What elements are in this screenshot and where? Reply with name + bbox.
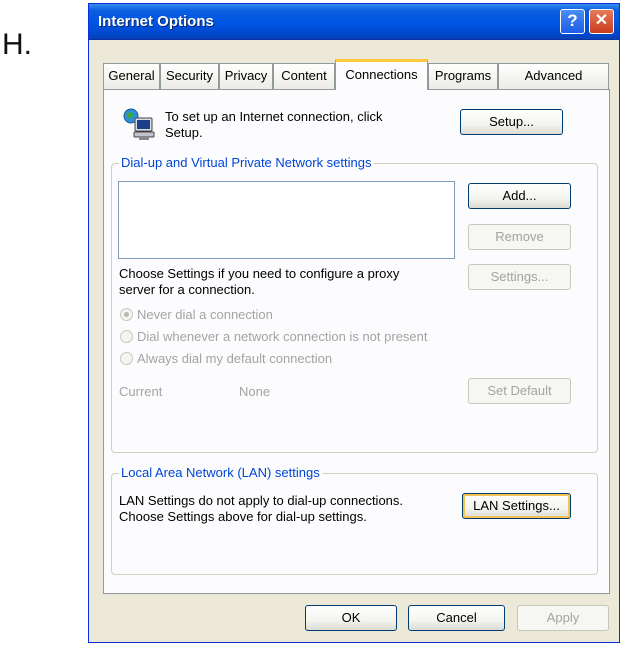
apply-button[interactable]: Apply bbox=[517, 605, 609, 631]
setup-text-line1: To set up an Internet connection, click bbox=[165, 109, 383, 124]
lan-text-line2: Choose Settings above for dial-up settin… bbox=[119, 509, 367, 524]
dialup-vpn-group: Dial-up and Virtual Private Network sett… bbox=[111, 155, 598, 453]
setup-button[interactable]: Setup... bbox=[460, 109, 563, 135]
lan-settings-button[interactable]: LAN Settings... bbox=[462, 493, 571, 519]
tab-programs[interactable]: Programs bbox=[428, 63, 498, 89]
proxy-text-line2: server for a connection. bbox=[119, 282, 255, 297]
internet-options-dialog: Internet Options ? ✕ General Security Pr… bbox=[88, 3, 620, 643]
set-default-button[interactable]: Set Default bbox=[468, 378, 571, 404]
radio-never-dial-circle[interactable] bbox=[120, 308, 133, 321]
close-icon[interactable]: ✕ bbox=[589, 9, 614, 34]
dialup-group-title: Dial-up and Virtual Private Network sett… bbox=[119, 155, 374, 170]
tab-privacy[interactable]: Privacy bbox=[219, 63, 273, 89]
settings-button[interactable]: Settings... bbox=[468, 264, 571, 290]
connections-listbox[interactable] bbox=[118, 181, 455, 259]
proxy-text-line1: Choose Settings if you need to configure… bbox=[119, 266, 400, 281]
add-button[interactable]: Add... bbox=[468, 183, 571, 209]
setup-text-line2: Setup. bbox=[165, 125, 203, 140]
remove-button[interactable]: Remove bbox=[468, 224, 571, 250]
radio-always-dial-label: Always dial my default connection bbox=[137, 351, 333, 366]
cancel-button[interactable]: Cancel bbox=[408, 605, 505, 631]
radio-always-dial-circle[interactable] bbox=[120, 352, 133, 365]
title-bar[interactable]: Internet Options ? ✕ bbox=[89, 4, 619, 40]
lan-text-line1: LAN Settings do not apply to dial-up con… bbox=[119, 493, 404, 508]
help-icon[interactable]: ? bbox=[560, 9, 585, 34]
tab-advanced[interactable]: Advanced bbox=[498, 63, 609, 89]
lan-settings-group: Local Area Network (LAN) settings LAN Se… bbox=[111, 465, 598, 575]
step-label: H. bbox=[2, 28, 32, 61]
current-label: Current bbox=[119, 384, 163, 399]
tab-connections[interactable]: Connections bbox=[335, 59, 428, 90]
ok-button[interactable]: OK bbox=[305, 605, 397, 631]
lan-group-title: Local Area Network (LAN) settings bbox=[119, 465, 322, 480]
tab-content[interactable]: Content bbox=[273, 63, 335, 89]
tab-general[interactable]: General bbox=[103, 63, 160, 89]
connections-panel: To set up an Internet connection, click … bbox=[103, 89, 610, 594]
radio-dial-whenever-circle[interactable] bbox=[120, 330, 133, 343]
window-title: Internet Options bbox=[98, 13, 214, 30]
network-connection-icon bbox=[122, 108, 156, 142]
radio-never-dial-label: Never dial a connection bbox=[137, 307, 273, 322]
radio-dial-whenever-label: Dial whenever a network connection is no… bbox=[137, 329, 428, 344]
tab-security[interactable]: Security bbox=[160, 63, 219, 89]
current-value: None bbox=[239, 384, 271, 399]
